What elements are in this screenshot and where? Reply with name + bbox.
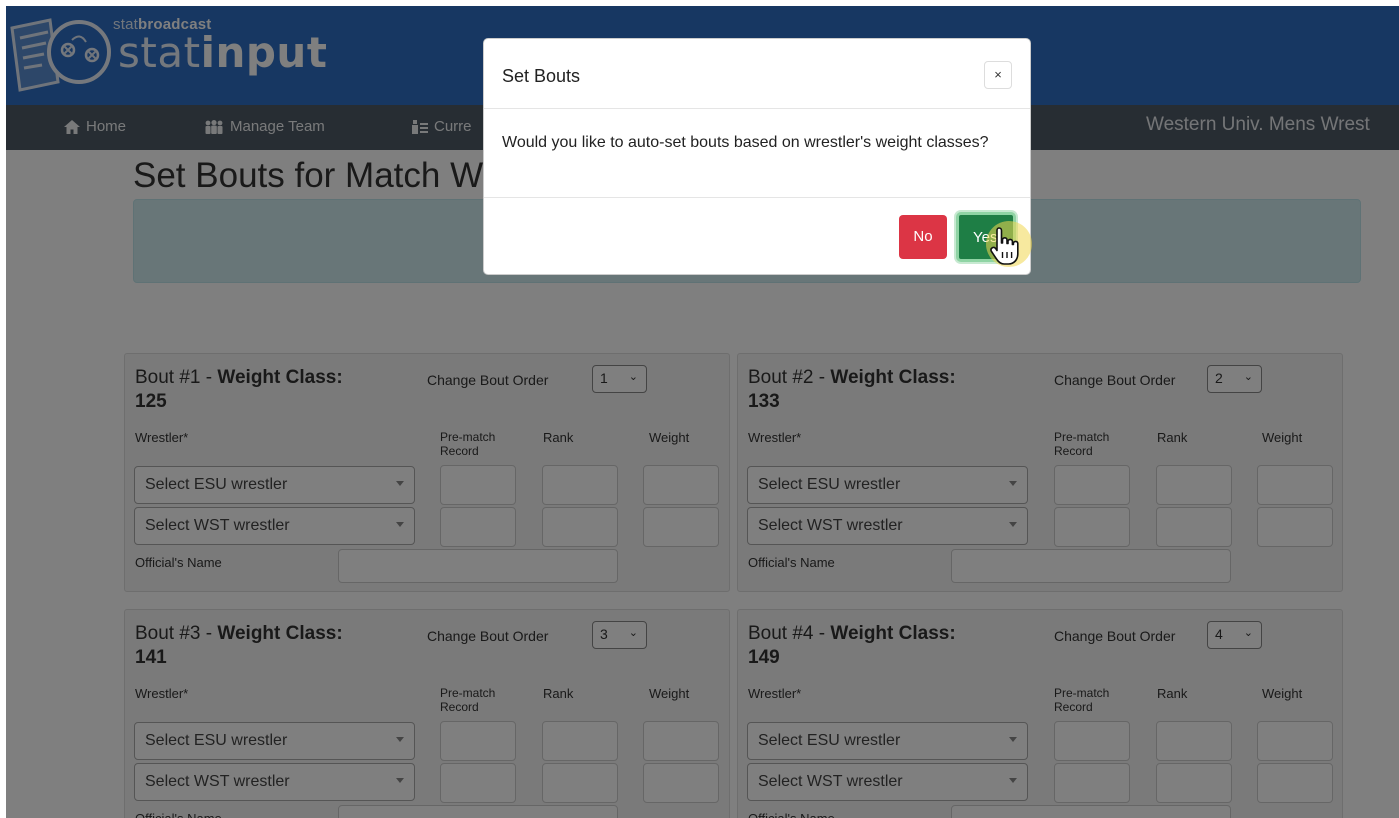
- modal-message: Would you like to auto-set bouts based o…: [502, 134, 989, 151]
- app-frame: statbroadcast statinput Home Manage Team…: [6, 6, 1399, 818]
- modal-title: Set Bouts: [502, 66, 581, 86]
- modal-footer-divider: [484, 197, 1030, 198]
- set-bouts-modal: Set Bouts × Would you like to auto-set b…: [483, 38, 1032, 275]
- modal-header: Set Bouts ×: [484, 39, 1030, 109]
- no-button[interactable]: No: [899, 215, 947, 259]
- hand-pointer-cursor-icon: [990, 227, 1019, 265]
- close-icon[interactable]: ×: [984, 61, 1012, 89]
